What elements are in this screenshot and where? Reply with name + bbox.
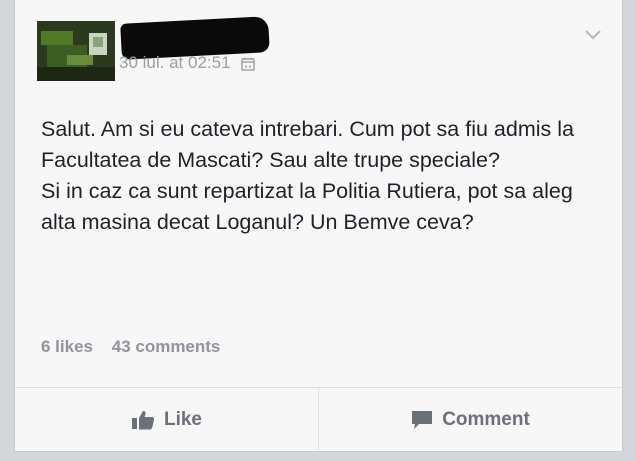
calendar-icon [240, 56, 255, 71]
like-label: Like [163, 408, 203, 430]
speech-bubble-icon [411, 410, 433, 430]
post-body: Salut. Am si eu cateva intrebari. Cum po… [41, 114, 611, 238]
post-paragraph-2: Si in caz ca sunt repartizat la Politia … [41, 179, 573, 234]
post-timestamp[interactable]: 30 iul. at 02:51 [119, 53, 231, 73]
post-meta: 30 iul. at 02:51 [119, 53, 255, 73]
chevron-down-icon[interactable] [584, 28, 602, 40]
avatar[interactable] [37, 21, 115, 81]
comment-button[interactable]: Comment [318, 388, 622, 451]
comment-label: Comment [442, 408, 530, 430]
post-card: 30 iul. at 02:51 Salut. Am si eu cateva … [14, 0, 623, 452]
post-stats: 6 likes 43 comments [41, 337, 220, 357]
post-paragraph-1: Salut. Am si eu cateva intrebari. Cum po… [41, 117, 574, 172]
likes-count[interactable]: 6 likes [41, 337, 93, 356]
action-bar: Like Comment [15, 388, 622, 451]
screen: 30 iul. at 02:51 Salut. Am si eu cateva … [0, 0, 635, 461]
like-button[interactable]: Like [15, 388, 318, 451]
thumbs-up-icon [131, 410, 155, 430]
comments-count[interactable]: 43 comments [112, 337, 221, 356]
